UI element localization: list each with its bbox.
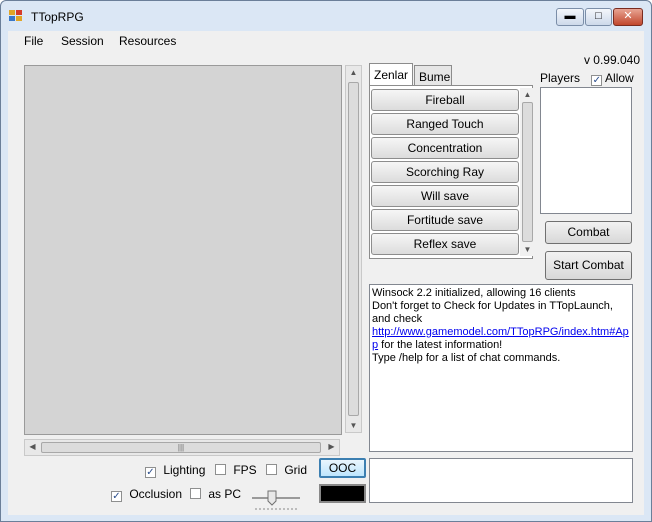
combat-button[interactable]: Combat	[545, 221, 632, 244]
map-horizontal-scrollbar[interactable]: ◀ ||| ▶	[24, 439, 340, 456]
chat-line: Don't forget to Check for Updates in TTo…	[372, 300, 613, 325]
zoom-slider[interactable]	[250, 487, 302, 511]
version-label: v 0.99.040	[583, 53, 640, 67]
chat-log[interactable]: Winsock 2.2 initialized, allowing 16 cli…	[369, 284, 633, 452]
menu-file[interactable]: File	[24, 34, 43, 48]
lighting-label: Lighting	[163, 463, 206, 477]
spell-button[interactable]: Scorching Ray	[371, 161, 519, 183]
allow-checkbox[interactable]: ✓	[591, 75, 603, 86]
chat-line: Type /help for a list of chat commands.	[372, 352, 561, 364]
lighting-option[interactable]: ✓ Lighting	[145, 463, 205, 478]
spell-button[interactable]: Concentration	[371, 137, 519, 159]
as-pc-checkbox[interactable]	[190, 488, 201, 499]
start-combat-button[interactable]: Start Combat	[545, 251, 632, 280]
map-vertical-scrollbar[interactable]: ▲ ▼	[345, 65, 362, 433]
scroll-left-arrow-icon[interactable]: ◀	[25, 442, 40, 451]
minimize-icon: ▬	[564, 10, 576, 22]
ooc-button[interactable]: OOC	[319, 458, 366, 478]
occlusion-checkbox[interactable]: ✓	[111, 491, 122, 502]
grid-label: Grid	[284, 463, 308, 477]
chat-color-swatch[interactable]	[319, 484, 366, 503]
grid-checkbox[interactable]	[266, 464, 277, 475]
players-list[interactable]	[540, 87, 632, 214]
title-bar[interactable]: TTopRPG ▬ □ ✕	[1, 1, 651, 31]
players-header: Players ✓ Allow	[540, 71, 634, 86]
window-title: TTopRPG	[31, 10, 84, 24]
tab-zenlar[interactable]: Zenlar	[369, 63, 413, 85]
menu-resources[interactable]: Resources	[119, 34, 176, 48]
close-button[interactable]: ✕	[613, 8, 643, 26]
maximize-icon: □	[595, 10, 602, 22]
spell-button[interactable]: Fireball	[371, 89, 519, 111]
slider-thumb	[267, 490, 277, 506]
spell-panel: Fireball Ranged Touch Concentration Scor…	[369, 85, 537, 259]
lighting-checkbox[interactable]: ✓	[145, 467, 156, 478]
menu-bar: File Session Resources	[8, 31, 644, 51]
chat-link-suffix: for the latest information!	[378, 339, 503, 351]
spell-button[interactable]: Ranged Touch	[371, 113, 519, 135]
map-vscroll-thumb[interactable]	[348, 82, 359, 416]
scroll-up-arrow-icon[interactable]: ▲	[346, 68, 361, 77]
fps-label: FPS	[233, 463, 257, 477]
app-icon	[9, 10, 23, 22]
app-window: TTopRPG ▬ □ ✕ File Session Resources v 0…	[0, 0, 652, 522]
fps-option[interactable]: FPS	[215, 463, 257, 477]
minimize-button[interactable]: ▬	[556, 8, 584, 26]
tab-bume[interactable]: Bume	[414, 65, 452, 85]
chat-input[interactable]	[369, 458, 633, 503]
allow-label: Allow	[605, 71, 634, 85]
menu-session[interactable]: Session	[61, 34, 104, 48]
map-hscroll-thumb[interactable]: |||	[41, 442, 321, 453]
as-pc-label: as PC	[208, 487, 242, 501]
map-viewport[interactable]	[24, 65, 342, 435]
occlusion-label: Occlusion	[129, 487, 183, 501]
spell-scroll-thumb[interactable]	[522, 102, 533, 242]
close-icon: ✕	[623, 10, 633, 22]
fps-checkbox[interactable]	[215, 464, 226, 475]
scroll-up-arrow-icon[interactable]: ▲	[520, 90, 535, 99]
as-pc-option[interactable]: as PC	[190, 487, 241, 501]
spell-button[interactable]: Will save	[371, 185, 519, 207]
spell-button[interactable]: Fortitude save	[371, 209, 519, 231]
grid-option[interactable]: Grid	[266, 463, 307, 477]
scroll-right-arrow-icon[interactable]: ▶	[324, 442, 339, 451]
chat-line: http://www.gamemodel.com/TTopRPG/index.h…	[372, 326, 630, 352]
occlusion-option[interactable]: ✓ Occlusion	[111, 487, 182, 502]
spell-button[interactable]: Reflex save	[371, 233, 519, 255]
client-area: File Session Resources v 0.99.040 ▲ ▼ ◀ …	[8, 31, 644, 515]
scroll-down-arrow-icon[interactable]: ▼	[520, 245, 535, 254]
spell-scrollbar[interactable]: ▲ ▼	[520, 88, 537, 256]
chat-line: Winsock 2.2 initialized, allowing 16 cli…	[372, 287, 576, 299]
scroll-down-arrow-icon[interactable]: ▼	[346, 421, 361, 430]
maximize-button[interactable]: □	[585, 8, 612, 26]
players-label: Players	[540, 71, 581, 85]
